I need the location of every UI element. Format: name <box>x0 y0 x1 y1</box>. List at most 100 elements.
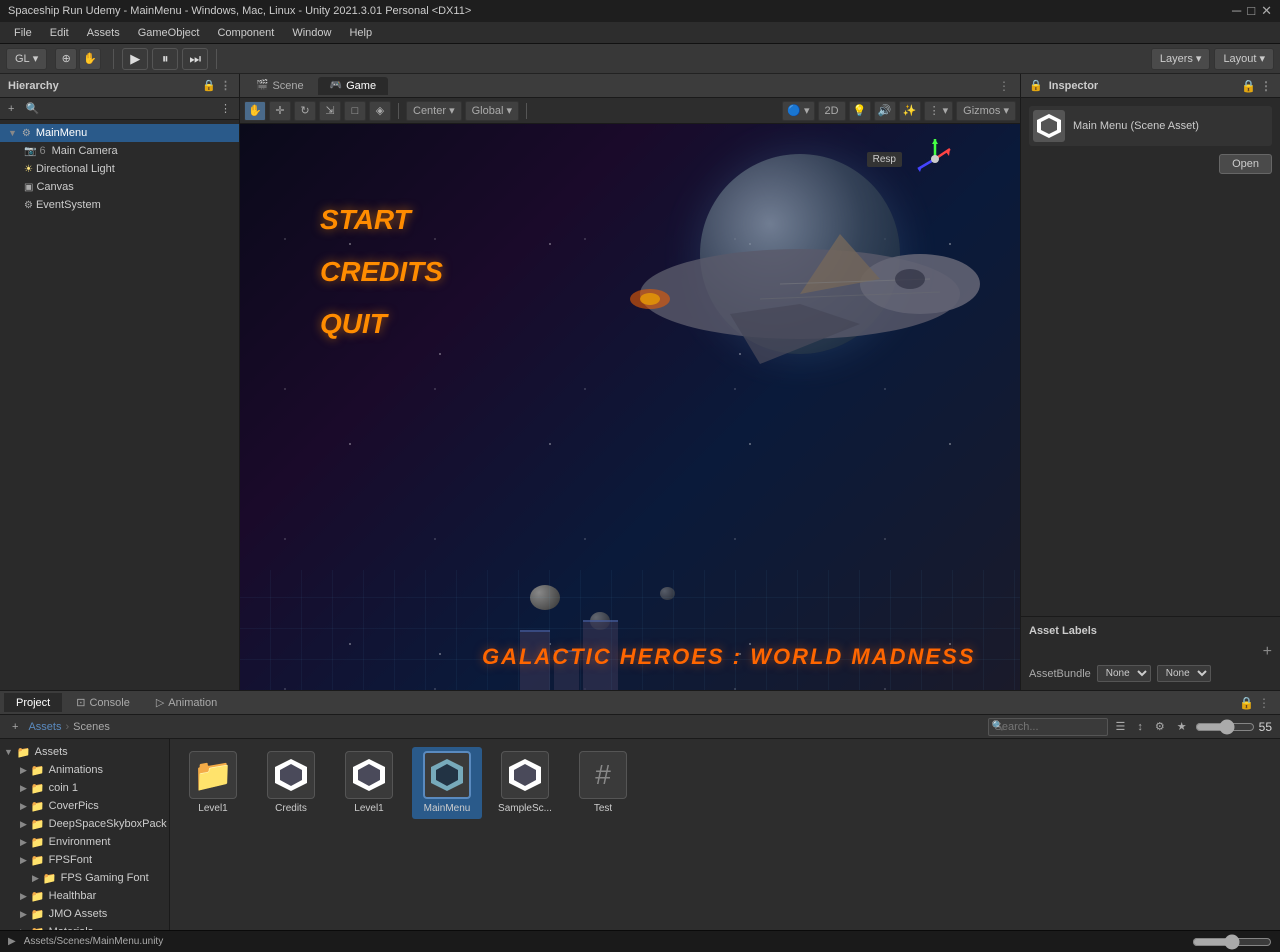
window-controls[interactable]: ─ □ ✕ <box>1232 3 1272 19</box>
unity-icon-btn[interactable]: ⊕ <box>55 48 77 70</box>
scene-tab[interactable]: 🎬 Scene <box>244 77 316 95</box>
minimize-btn[interactable]: ─ <box>1232 3 1241 19</box>
fps-folder-icon: 📁 <box>31 854 45 867</box>
jmo-arrow: ▶ <box>20 909 27 920</box>
fx-btn[interactable]: ✨ <box>899 101 921 121</box>
sidebar-animations[interactable]: ▶ 📁 Animations <box>0 761 169 779</box>
fpsgamingfont-label: FPS Gaming Font <box>61 872 149 884</box>
shading-btn[interactable]: 🔵 ▾ <box>782 101 814 121</box>
maximize-btn[interactable]: □ <box>1247 3 1255 19</box>
unity-scene-svg-2 <box>350 756 388 794</box>
file-item-credits[interactable]: Credits <box>256 747 326 819</box>
scene-more-btn[interactable]: ⋮ ▾ <box>924 101 954 121</box>
sidebar-healthbar[interactable]: ▶ 📁 Healthbar <box>0 887 169 905</box>
icon-size-slider[interactable] <box>1195 719 1255 735</box>
unity-scene-svg <box>272 756 310 794</box>
inspector-more-btn[interactable]: ⋮ <box>1260 79 1272 93</box>
hierarchy-item-directional-light[interactable]: ☀ Directional Light <box>0 160 239 178</box>
file-item-level1[interactable]: Level1 <box>334 747 404 819</box>
sidebar-deepskybox[interactable]: ▶ 📁 DeepSpaceSkyboxPack <box>0 815 169 833</box>
hierarchy-search-btn[interactable]: 🔍 <box>21 101 43 116</box>
project-add-btn[interactable]: + <box>8 720 22 734</box>
settings-btn[interactable]: ⚙ <box>1151 719 1169 734</box>
project-tab[interactable]: Project <box>4 693 62 712</box>
menu-assets[interactable]: Assets <box>79 25 128 41</box>
sidebar-coverpics[interactable]: ▶ 📁 CoverPics <box>0 797 169 815</box>
hierarchy-item-mainmenu[interactable]: ▼ ⚙ MainMenu <box>0 124 239 142</box>
console-tab[interactable]: ⊡ Console <box>64 693 142 712</box>
bottom-more-icon[interactable]: ⋮ <box>1258 696 1270 710</box>
hierarchy-item-eventsystem[interactable]: ⚙ EventSystem <box>0 196 239 214</box>
asset-bundle-select-2[interactable]: None <box>1157 665 1211 682</box>
game-tab[interactable]: 🎮 Game <box>318 77 388 95</box>
env-arrow: ▶ <box>20 837 27 848</box>
zoom-slider[interactable] <box>1192 934 1272 950</box>
layers-dropdown[interactable]: Layers ▾ <box>1151 48 1211 70</box>
sidebar-environment[interactable]: ▶ 📁 Environment <box>0 833 169 851</box>
audio-btn[interactable]: 🔊 <box>874 101 896 121</box>
menu-gameobject[interactable]: GameObject <box>130 25 208 41</box>
hand-tool[interactable]: ✋ <box>244 101 266 121</box>
canvas-label: Canvas <box>36 181 73 193</box>
hierarchy-lock-icon[interactable]: 🔒 <box>202 79 216 92</box>
sidebar-coin1[interactable]: ▶ 📁 coin 1 <box>0 779 169 797</box>
hierarchy-add-btn[interactable]: + <box>4 102 18 116</box>
hierarchy-options-btn[interactable]: ⋮ <box>216 101 235 116</box>
sidebar-materials[interactable]: ▶ 📁 Materials <box>0 923 169 930</box>
hierarchy-more-icon[interactable]: ⋮ <box>220 79 231 92</box>
assets-label: Assets <box>35 746 68 758</box>
project-search-input[interactable] <box>988 718 1108 736</box>
menu-component[interactable]: Component <box>209 25 282 41</box>
stars-btn[interactable]: ★ <box>1173 719 1191 734</box>
light-btn[interactable]: 💡 <box>849 101 871 121</box>
play-button[interactable]: ▶ <box>122 48 148 70</box>
menu-window[interactable]: Window <box>284 25 339 41</box>
file-item-mainmenu[interactable]: MainMenu <box>412 747 482 819</box>
inspector-lock-btn[interactable]: 🔒 <box>1241 79 1256 93</box>
file-item-level1-folder[interactable]: 📁 Level1 <box>178 747 248 819</box>
credits-btn[interactable]: CREDITS <box>320 256 443 288</box>
close-btn[interactable]: ✕ <box>1261 3 1272 19</box>
quit-btn[interactable]: QUIT <box>320 308 443 340</box>
hand-tool-btn[interactable]: ✋ <box>79 48 101 70</box>
menu-file[interactable]: File <box>6 25 40 41</box>
global-btn[interactable]: Global ▾ <box>465 101 519 121</box>
hb-folder-icon: 📁 <box>31 890 45 903</box>
filter-btn[interactable]: ☰ <box>1112 719 1130 734</box>
file-item-samplesc[interactable]: SampleSc... <box>490 747 560 819</box>
rect-tool[interactable]: □ <box>344 101 366 121</box>
pause-button[interactable]: ⏸ <box>152 48 178 70</box>
scale-tool[interactable]: ⇲ <box>319 101 341 121</box>
start-btn[interactable]: START <box>320 204 443 236</box>
sidebar-assets[interactable]: ▼ 📁 Assets <box>0 743 169 761</box>
step-button[interactable]: ⏭ <box>182 48 208 70</box>
transform-tool[interactable]: ◈ <box>369 101 391 121</box>
hierarchy-item-canvas[interactable]: ▣ Canvas <box>0 178 239 196</box>
scene-panel-more[interactable]: ⋮ <box>992 79 1016 93</box>
sort-btn[interactable]: ↕ <box>1133 720 1147 734</box>
2d-btn[interactable]: 2D <box>818 101 846 121</box>
add-label-icon[interactable]: + <box>1263 643 1272 661</box>
sidebar-jmo[interactable]: ▶ 📁 JMO Assets <box>0 905 169 923</box>
breadcrumb-scenes[interactable]: Scenes <box>73 721 110 733</box>
rotate-tool[interactable]: ↻ <box>294 101 316 121</box>
gl-button[interactable]: GL ▾ <box>6 48 47 70</box>
file-item-test[interactable]: # Test <box>568 747 638 819</box>
sidebar-fpsfont[interactable]: ▶ 📁 FPSFont <box>0 851 169 869</box>
coin1-label: coin 1 <box>49 782 78 794</box>
bottom-lock-icon[interactable]: 🔒 <box>1239 696 1254 710</box>
layout-dropdown[interactable]: Layout ▾ <box>1214 48 1274 70</box>
menu-help[interactable]: Help <box>341 25 380 41</box>
gizmo-area: Resp <box>867 134 960 184</box>
open-button[interactable]: Open <box>1219 154 1272 174</box>
menu-edit[interactable]: Edit <box>42 25 77 41</box>
resp-button[interactable]: Resp <box>867 152 902 167</box>
pivot-btn[interactable]: Center ▾ <box>406 101 462 121</box>
sidebar-fpsgamingfont[interactable]: ▶ 📁 FPS Gaming Font <box>0 869 169 887</box>
gizmos-btn[interactable]: Gizmos ▾ <box>956 101 1016 121</box>
asset-bundle-select-1[interactable]: None <box>1097 665 1151 682</box>
animation-tab[interactable]: ▷ Animation <box>144 693 229 712</box>
move-tool[interactable]: ✛ <box>269 101 291 121</box>
hierarchy-item-main-camera[interactable]: 📷 6 Main Camera <box>0 142 239 160</box>
breadcrumb-assets[interactable]: Assets <box>28 721 61 733</box>
